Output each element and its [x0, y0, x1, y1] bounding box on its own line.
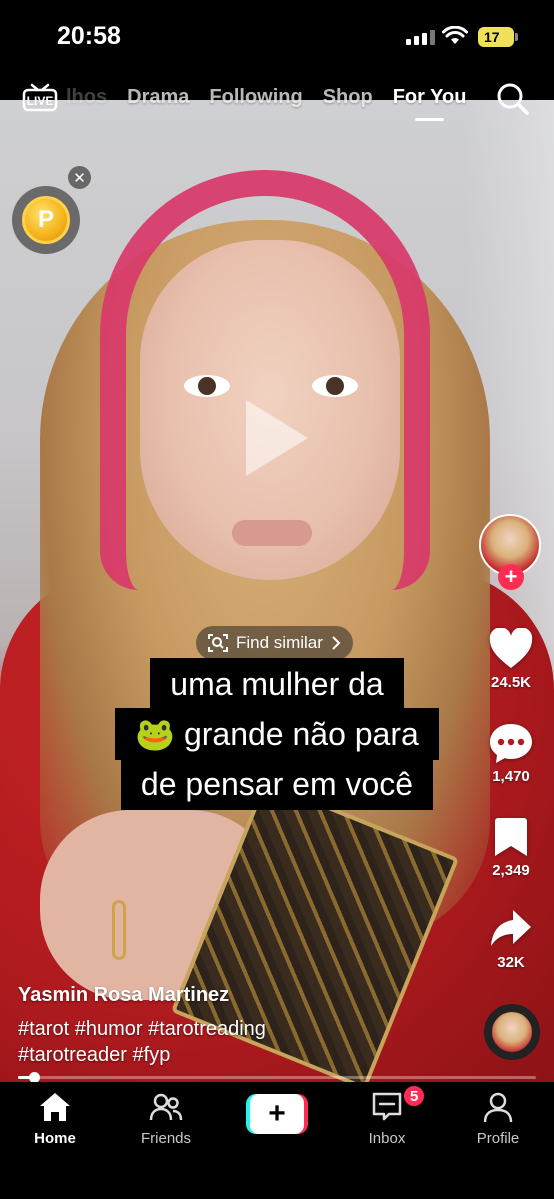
video-player[interactable]: [0, 100, 554, 1082]
plus-icon: +: [250, 1094, 304, 1134]
coin-icon: P: [22, 196, 70, 244]
find-similar-label: Find similar: [236, 633, 323, 652]
nav-home[interactable]: Home: [10, 1090, 100, 1147]
video-subject-eye: [184, 375, 230, 397]
status-bar: 20:58 17: [0, 0, 554, 74]
video-subject-mouth: [232, 520, 312, 546]
cellular-signal-icon: [406, 30, 435, 45]
video-subject-eye: [312, 375, 358, 397]
bottom-nav: Home Friends + Inbox 5 Profile: [0, 1082, 554, 1199]
caption-line: uma mulher da: [150, 658, 404, 710]
caption-line: 🐸 grande não para: [115, 708, 439, 760]
tab-partial[interactable]: lhos: [66, 86, 107, 109]
tab-shop[interactable]: Shop: [323, 86, 373, 109]
inbox-icon: [372, 1092, 402, 1121]
find-similar-button[interactable]: Find similar: [196, 626, 353, 660]
nav-label: Home: [34, 1130, 76, 1147]
coin-reward-widget[interactable]: P: [12, 186, 80, 254]
tab-drama[interactable]: Drama: [127, 86, 189, 109]
tab-following[interactable]: Following: [209, 86, 302, 109]
search-icon[interactable]: [496, 82, 530, 116]
save-count: 2,349: [492, 862, 530, 879]
share-button[interactable]: 32K: [478, 908, 544, 971]
tab-for-you[interactable]: For You: [393, 86, 466, 121]
profile-icon: [483, 1092, 513, 1123]
play-icon[interactable]: [246, 400, 308, 476]
video-subject-ring: [112, 900, 126, 960]
music-disc[interactable]: [484, 1004, 540, 1060]
friends-icon: [149, 1093, 183, 1121]
status-time: 20:58: [57, 22, 121, 50]
hashtag-line[interactable]: #tarot #humor #tarotreading: [18, 1016, 348, 1042]
chevron-right-icon: [332, 636, 341, 650]
nav-profile[interactable]: Profile: [453, 1090, 543, 1147]
scan-icon: [208, 634, 228, 652]
creator-username[interactable]: Yasmin Rosa Martinez: [18, 984, 229, 1007]
create-button[interactable]: +: [246, 1094, 308, 1134]
caption-line: de pensar em você: [120, 758, 434, 810]
nav-label: Inbox: [368, 1130, 406, 1147]
close-icon[interactable]: ✕: [68, 166, 91, 189]
live-icon[interactable]: LIVE: [22, 82, 58, 112]
share-icon: [491, 910, 531, 946]
save-button[interactable]: 2,349: [478, 816, 544, 879]
battery-indicator: 17: [478, 27, 518, 47]
video-caption-overlay: uma mulher da 🐸 grande não para de pensa…: [0, 658, 554, 810]
home-icon: [40, 1093, 70, 1121]
video-hashtags[interactable]: #tarot #humor #tarotreading #tarotreader…: [18, 1016, 348, 1068]
top-nav: LIVE lhos Drama Following Shop For You: [0, 74, 554, 124]
bookmark-icon: [495, 818, 527, 856]
wifi-icon: [442, 26, 468, 44]
hashtag-line[interactable]: #tarotreader #fyp: [18, 1042, 348, 1068]
feed-tabs: lhos Drama Following Shop For You: [66, 86, 466, 121]
nav-friends[interactable]: Friends: [121, 1090, 211, 1147]
follow-button[interactable]: +: [498, 564, 524, 590]
share-count: 32K: [497, 954, 525, 971]
nav-label: Friends: [140, 1130, 192, 1147]
live-label: LIVE: [27, 94, 54, 108]
video-progress-bar[interactable]: [18, 1072, 536, 1083]
nav-label: Profile: [476, 1130, 520, 1147]
